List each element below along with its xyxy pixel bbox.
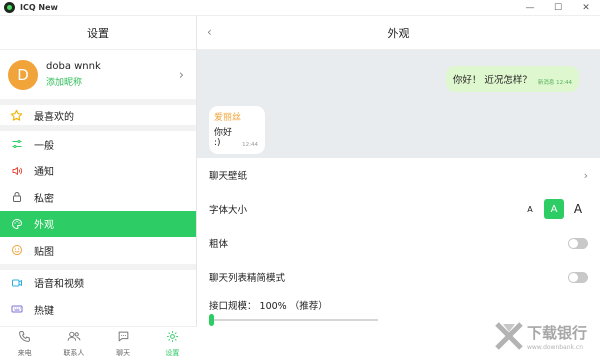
phone-icon [18,330,31,346]
watermark-text: 下载银行 www.downbank.cn [527,322,587,351]
profile-card[interactable]: D doba wnnk 添加昵称 › [0,50,196,105]
row-right: › [584,169,588,182]
app-title: ICQ New [20,3,58,12]
tab-contacts[interactable]: 联系人 [49,327,98,360]
lock-icon [10,191,23,204]
sidebar-item-favorites[interactable]: 最喜欢的 [0,105,196,131]
settings-sidebar: 设置 D doba wnnk 添加昵称 › 最喜欢的 一般 通知 私密 外观 贴… [0,16,197,360]
sidebar-item-stickers[interactable]: 贴图 [0,237,196,264]
icq-logo-icon [4,2,15,13]
bold-row: 粗体 [197,226,600,260]
sidebar-item-label: 外观 [34,220,54,232]
tab-label: 来电 [17,348,32,357]
window-controls: — ☐ ✕ [516,0,600,16]
sidebar-item-label: 通知 [34,167,54,179]
message-sender: 爱丽丝 [214,113,242,123]
compact-list-label: 聊天列表精简模式 [209,273,286,284]
tab-chats[interactable]: 聊天 [99,327,148,360]
tab-label: 设置 [165,348,180,357]
star-icon [10,109,23,122]
chevron-right-icon[interactable]: › [584,169,588,182]
tab-settings[interactable]: 设置 [148,327,197,360]
page-title: 外观 [387,26,410,40]
video-icon [10,276,23,289]
panel-header: ‹ 外观 [197,16,600,50]
speaker-icon [10,164,23,177]
avatar[interactable]: D [8,59,38,90]
incoming-message-bubble: 爱丽丝 你好 :) 12:44 [209,106,265,154]
sliders-icon [10,138,23,151]
smiley-icon [10,244,23,257]
chevron-right-icon[interactable]: › [179,68,184,83]
add-nickname-link[interactable]: 添加昵称 [46,75,101,88]
bottom-nav: 来电 联系人 聊天 设置 [0,326,197,360]
message-sender: 新消息 [537,80,555,86]
maximize-button[interactable]: ☐ [544,0,572,16]
sidebar-item-label: 一般 [34,140,54,152]
downbank-logo-icon [495,322,523,350]
sidebar-item-label: 私密 [34,193,54,205]
row-right [568,271,588,283]
sidebar-item-notifications[interactable]: 通知 [0,158,196,185]
font-size-large-button[interactable]: A [568,199,588,219]
compact-list-row: 聊天列表精简模式 [197,260,600,294]
bold-label: 粗体 [209,239,229,250]
profile-name: doba wnnk [46,61,101,72]
tab-calls[interactable]: 来电 [0,327,49,360]
message-row: 你好 :) 12:44 [214,125,258,148]
close-button[interactable]: ✕ [572,0,600,16]
sidebar-item-general[interactable]: 一般 [0,131,196,158]
interface-scale-slider-thumb[interactable] [209,314,214,326]
tab-label: 联系人 [63,348,85,357]
sidebar-title: 设置 [0,16,196,50]
font-size-medium-button[interactable]: A [544,199,564,219]
sidebar-item-privacy[interactable]: 私密 [0,184,196,211]
wallpaper-row[interactable]: 聊天壁纸 › [197,158,600,192]
watermark: 下载银行 www.downbank.cn [494,321,587,351]
minimize-button[interactable]: — [516,0,544,16]
chat-preview: 你好！ 近况怎样？ 新消息 12:44 爱丽丝 你好 :) 12:44 [197,50,600,158]
sidebar-item-label: 语音和视频 [34,279,84,291]
watermark-url: www.downbank.cn [526,343,584,351]
message-time: 12:44 [242,142,258,148]
message-text: 你好！ 近况怎样？ [452,75,532,86]
palette-icon [10,217,23,230]
bold-toggle[interactable] [568,237,588,249]
interface-scale-label: 接口规模： 100% （推荐） [209,301,328,312]
font-size-options: A A A [516,199,588,219]
appearance-panel: ‹ 外观 你好！ 近况怎样？ 新消息 12:44 爱丽丝 你好 :) 12:44… [197,16,600,360]
message-text: 你好 :) [214,128,233,148]
message-time: 12:44 [556,80,572,86]
font-size-small-button[interactable]: A [520,199,540,219]
sidebar-item-label: 最喜欢的 [34,111,74,123]
compact-list-toggle[interactable] [568,271,588,283]
watermark-title: 下载银行 [526,323,587,342]
sidebar-item-label: 热键 [34,305,54,317]
profile-info: doba wnnk 添加昵称 [46,61,101,88]
chat-icon [117,330,130,346]
tab-label: 聊天 [116,348,131,357]
sidebar-item-appearance[interactable]: 外观 [0,210,196,237]
keyboard-icon [10,303,23,316]
outgoing-message-bubble: 你好！ 近况怎样？ 新消息 12:44 [445,66,579,92]
message-meta: 新消息 12:44 [538,78,572,86]
sidebar-item-hotkeys[interactable]: 热键 [0,296,196,323]
sidebar-item-label: 贴图 [34,246,54,258]
wallpaper-label: 聊天壁纸 [209,171,248,182]
contacts-icon [67,330,81,346]
font-size-label: 字体大小 [209,205,248,216]
back-arrow-icon[interactable]: ‹ [207,25,212,39]
gear-icon [166,330,179,346]
row-right [568,237,588,249]
interface-scale-slider-track[interactable] [211,319,378,321]
sidebar-item-voice-video[interactable]: 语音和视频 [0,270,196,297]
title-bar: ICQ New — ☐ ✕ [0,0,600,16]
font-size-row: 字体大小 A A A [197,192,600,226]
